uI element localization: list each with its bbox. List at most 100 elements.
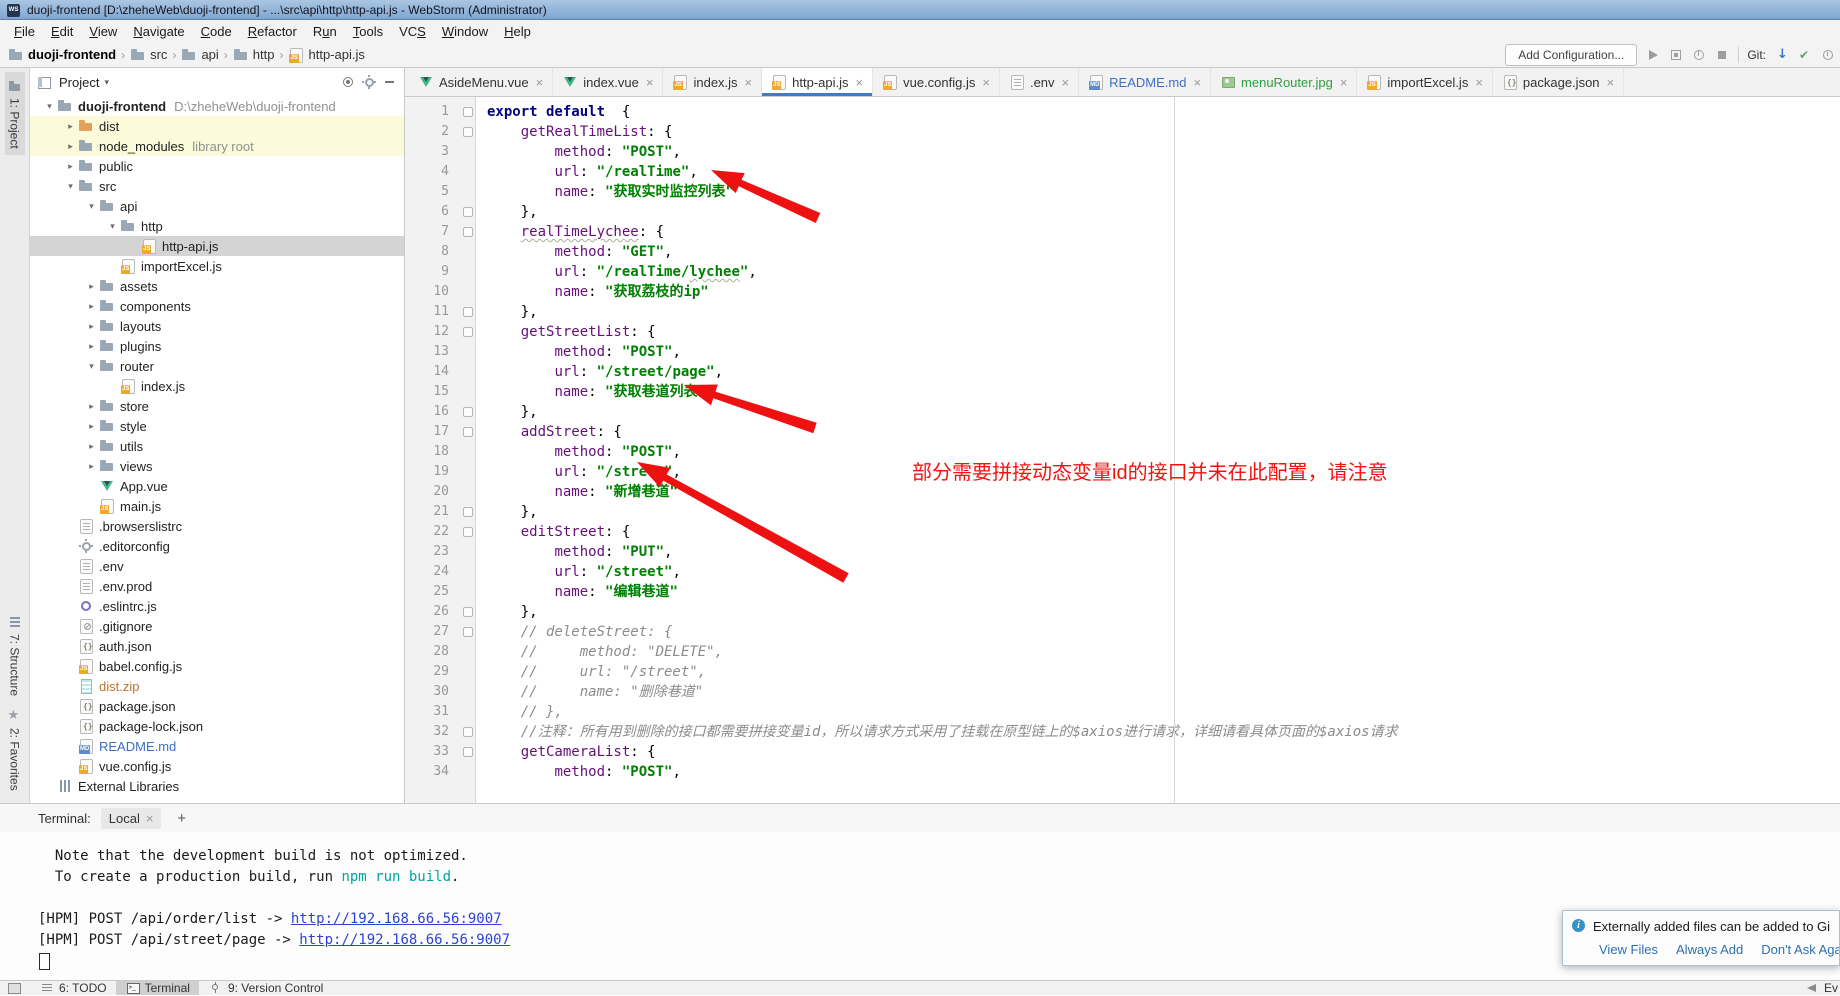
fold-open-icon[interactable] <box>463 627 473 637</box>
fold-open-icon[interactable] <box>463 747 473 757</box>
tab-importexcel-js[interactable]: importExcel.js× <box>1357 68 1493 96</box>
tree-row[interactable]: ▾http <box>30 216 404 236</box>
tree-row[interactable]: .gitignore <box>30 616 404 636</box>
chevron-down-icon[interactable]: ▾ <box>84 361 99 372</box>
tree-row[interactable]: ▸components <box>30 296 404 316</box>
tree-row[interactable]: ▾src <box>30 176 404 196</box>
terminal-tab-local[interactable]: Local × <box>101 808 162 829</box>
tree-row[interactable]: .eslintrc.js <box>30 596 404 616</box>
tab-http-api-js[interactable]: http-api.js× <box>762 68 873 96</box>
close-icon[interactable]: × <box>1062 75 1070 90</box>
close-icon[interactable]: × <box>146 811 154 826</box>
menu-tools[interactable]: Tools <box>345 22 391 41</box>
fold-open-icon[interactable] <box>463 327 473 337</box>
close-icon[interactable]: × <box>1193 75 1201 90</box>
tab-asidemenu-vue[interactable]: AsideMenu.vue× <box>409 68 553 96</box>
breadcrumb-item[interactable]: http <box>233 47 275 63</box>
fold-close-icon[interactable] <box>463 307 473 317</box>
tool-window-switcher-icon[interactable] <box>6 980 22 996</box>
close-icon[interactable]: × <box>646 75 654 90</box>
fold-close-icon[interactable] <box>463 727 473 737</box>
tree-row[interactable]: ▸dist <box>30 116 404 136</box>
tab-readme-md[interactable]: README.md× <box>1079 68 1211 96</box>
tree-row[interactable]: package.json <box>30 696 404 716</box>
tree-row[interactable]: package-lock.json <box>30 716 404 736</box>
menu-edit[interactable]: Edit <box>43 22 81 41</box>
menu-window[interactable]: Window <box>434 22 496 41</box>
stop-icon[interactable] <box>1714 47 1730 63</box>
tree-row[interactable]: ▸node_moduleslibrary root <box>30 136 404 156</box>
breadcrumb-item[interactable]: src <box>130 47 167 63</box>
chevron-down-icon[interactable]: ▾ <box>104 77 109 88</box>
gear-icon[interactable] <box>361 74 377 90</box>
close-icon[interactable]: × <box>1475 75 1483 90</box>
close-icon[interactable]: × <box>536 75 544 90</box>
tree-row[interactable]: README.md <box>30 736 404 756</box>
tree-row[interactable]: ▸public <box>30 156 404 176</box>
tree-row[interactable]: .env <box>30 556 404 576</box>
chevron-down-icon[interactable]: ▾ <box>105 221 120 232</box>
tree-row[interactable]: dist.zip <box>30 676 404 696</box>
close-icon[interactable]: × <box>856 75 864 90</box>
close-icon[interactable]: × <box>745 75 753 90</box>
fold-open-icon[interactable] <box>463 107 473 117</box>
history-icon[interactable] <box>1820 47 1836 63</box>
statusbar-terminal[interactable]: Terminal <box>116 981 199 995</box>
fold-close-icon[interactable] <box>463 407 473 417</box>
status-bar-right[interactable]: Ev <box>1804 980 1840 996</box>
breadcrumb-item[interactable]: http-api.js <box>288 47 364 63</box>
breadcrumb-item[interactable]: api <box>181 47 218 63</box>
tab--env[interactable]: .env× <box>1000 68 1079 96</box>
chevron-right-icon[interactable]: ▸ <box>84 301 99 312</box>
breadcrumb-item[interactable]: duoji-frontend <box>8 47 116 63</box>
fold-open-icon[interactable] <box>463 227 473 237</box>
statusbar-9-version-control[interactable]: 9: Version Control <box>199 981 332 995</box>
chevron-right-icon[interactable]: ▸ <box>84 441 99 452</box>
tree-row[interactable]: ▾duoji-frontendD:\zheheWeb\duoji-fronten… <box>30 96 404 116</box>
update-icon[interactable] <box>1774 47 1790 63</box>
tree-row[interactable]: ▸views <box>30 456 404 476</box>
fold-open-icon[interactable] <box>463 127 473 137</box>
menu-code[interactable]: Code <box>193 22 240 41</box>
coverage-icon[interactable] <box>1668 47 1684 63</box>
tree-row[interactable]: ▸layouts <box>30 316 404 336</box>
notification-action-view-files[interactable]: View Files <box>1599 942 1658 957</box>
tree-row[interactable]: main.js <box>30 496 404 516</box>
tree-row[interactable]: importExcel.js <box>30 256 404 276</box>
tree-row[interactable]: External Libraries <box>30 776 404 796</box>
fold-open-icon[interactable] <box>463 527 473 537</box>
locate-file-icon[interactable] <box>340 74 356 90</box>
tab-menurouter-jpg[interactable]: menuRouter.jpg× <box>1211 68 1357 96</box>
add-configuration-button[interactable]: Add Configuration... <box>1505 44 1637 66</box>
close-icon[interactable]: × <box>1340 75 1348 90</box>
tree-row[interactable]: .editorconfig <box>30 536 404 556</box>
tree-row[interactable]: ▾router <box>30 356 404 376</box>
tree-row[interactable]: http-api.js <box>30 236 404 256</box>
menu-navigate[interactable]: Navigate <box>125 22 192 41</box>
tree-row[interactable]: ▾api <box>30 196 404 216</box>
event-log-icon[interactable] <box>1804 980 1820 996</box>
stripe-item-7-structure[interactable]: 7: Structure <box>5 608 25 702</box>
tree-row[interactable]: ▸style <box>30 416 404 436</box>
close-icon[interactable]: × <box>982 75 990 90</box>
menu-vcs[interactable]: VCS <box>391 22 434 41</box>
fold-close-icon[interactable] <box>463 207 473 217</box>
tree-row[interactable]: babel.config.js <box>30 656 404 676</box>
chevron-right-icon[interactable]: ▸ <box>84 341 99 352</box>
terminal-link[interactable]: http://192.168.66.56:9007 <box>299 932 510 948</box>
chevron-right-icon[interactable]: ▸ <box>84 321 99 332</box>
hide-panel-icon[interactable] <box>382 74 398 90</box>
menu-view[interactable]: View <box>81 22 125 41</box>
notification-action-don-t-ask-agai[interactable]: Don't Ask Agai <box>1761 942 1840 957</box>
chevron-down-icon[interactable]: ▾ <box>84 201 99 212</box>
tree-row[interactable]: ▸utils <box>30 436 404 456</box>
profiler-icon[interactable] <box>1691 47 1707 63</box>
chevron-right-icon[interactable]: ▸ <box>84 461 99 472</box>
tree-row[interactable]: ▸assets <box>30 276 404 296</box>
editor[interactable]: 1export default {2 getRealTimeList: {3 m… <box>405 97 1840 803</box>
tree-row[interactable]: .env.prod <box>30 576 404 596</box>
tree-row[interactable]: auth.json <box>30 636 404 656</box>
new-terminal-session-icon[interactable]: + <box>171 810 192 827</box>
run-icon[interactable] <box>1645 47 1661 63</box>
chevron-down-icon[interactable]: ▾ <box>63 181 78 192</box>
